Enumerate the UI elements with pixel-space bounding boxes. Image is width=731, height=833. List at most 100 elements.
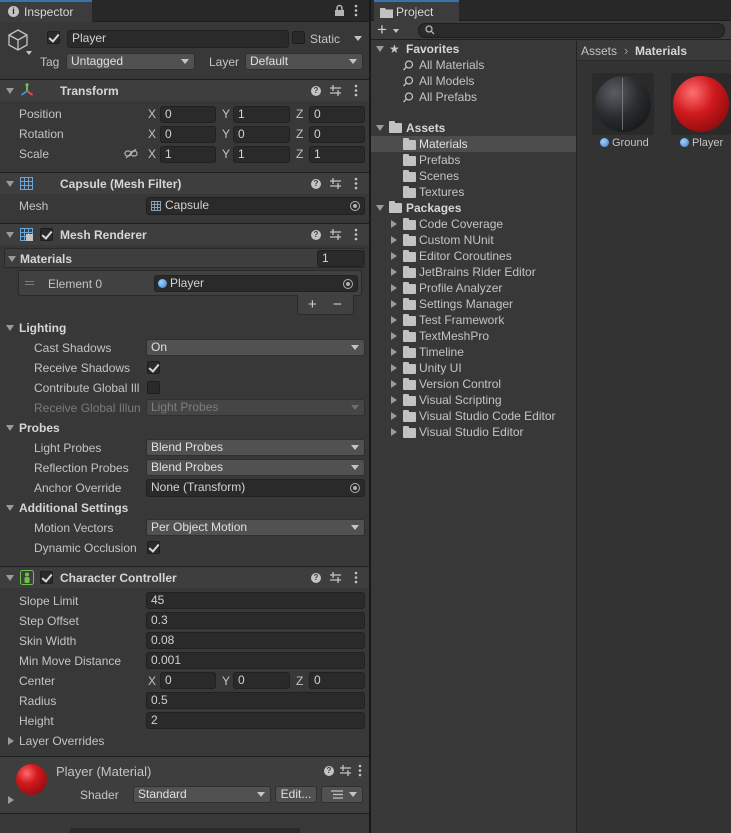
help-icon[interactable]: ? — [311, 86, 321, 96]
center-y-field[interactable]: 0 — [233, 672, 290, 689]
component-menu-icon[interactable] — [354, 228, 358, 241]
foldout-arrow[interactable] — [376, 205, 384, 211]
scale-y-field[interactable]: 1 — [233, 146, 290, 163]
foldout-arrow[interactable] — [8, 796, 14, 804]
component-menu-icon[interactable] — [354, 177, 358, 190]
rotation-z-field[interactable]: 0 — [309, 126, 365, 143]
help-icon[interactable]: ? — [311, 230, 321, 240]
reflection-probes-dropdown[interactable]: Blend Probes — [146, 459, 365, 476]
foldout-arrow[interactable] — [391, 396, 397, 404]
preset-icon[interactable] — [340, 765, 351, 776]
foldout-arrow[interactable] — [376, 125, 384, 131]
tree-item-scenes[interactable]: Scenes — [419, 169, 459, 183]
active-checkbox[interactable] — [47, 31, 60, 44]
foldout-arrow[interactable] — [391, 220, 397, 228]
add-element-button[interactable]: + — [308, 296, 317, 313]
object-picker-icon[interactable] — [350, 201, 360, 211]
skin-width-field[interactable]: 0.08 — [146, 632, 365, 649]
remove-element-button[interactable]: − — [333, 296, 342, 313]
tree-item-package[interactable]: Version Control — [371, 376, 576, 392]
breadcrumb-materials[interactable]: Materials — [635, 44, 687, 58]
tree-item-package[interactable]: Code Coverage — [371, 216, 576, 232]
foldout-arrow[interactable] — [391, 380, 397, 388]
tree-item-all-prefabs[interactable]: All Prefabs — [419, 90, 477, 104]
foldout-arrow[interactable] — [391, 236, 397, 244]
tree-item-prefabs[interactable]: Prefabs — [419, 153, 460, 167]
additional-settings-title[interactable]: Additional Settings — [19, 501, 128, 515]
layer-dropdown[interactable]: Default — [245, 53, 363, 70]
tree-item-package[interactable]: Unity UI — [371, 360, 576, 376]
center-z-field[interactable]: 0 — [309, 672, 365, 689]
probes-title[interactable]: Probes — [19, 421, 60, 435]
tab-menu-icon[interactable] — [354, 4, 358, 17]
create-button[interactable]: + — [377, 20, 387, 40]
rotation-x-field[interactable]: 0 — [160, 126, 216, 143]
anchor-override-field[interactable]: None (Transform) — [146, 479, 365, 497]
radius-field[interactable]: 0.5 — [146, 692, 365, 709]
gameobject-icon-dropdown[interactable] — [26, 51, 32, 55]
preset-icon[interactable] — [330, 85, 341, 96]
help-icon[interactable]: ? — [324, 766, 334, 776]
rotation-y-field[interactable]: 0 — [233, 126, 290, 143]
shader-edit-button[interactable]: Edit... — [275, 786, 317, 803]
foldout-arrow[interactable] — [391, 252, 397, 260]
foldout-arrow[interactable] — [8, 256, 16, 262]
help-icon[interactable]: ? — [311, 179, 321, 189]
foldout-arrow[interactable] — [6, 232, 14, 238]
object-picker-icon[interactable] — [350, 483, 360, 493]
foldout-arrow[interactable] — [6, 505, 14, 511]
shader-dropdown[interactable]: Standard — [133, 786, 271, 803]
tag-dropdown[interactable]: Untagged — [66, 53, 195, 70]
mesh-renderer-header[interactable]: Mesh Renderer ? — [0, 223, 369, 245]
slope-limit-field[interactable]: 45 — [146, 592, 365, 609]
cast-shadows-dropdown[interactable]: On — [146, 339, 365, 356]
object-name-input[interactable]: Player — [67, 30, 289, 48]
tree-item-package[interactable]: Settings Manager — [371, 296, 576, 312]
foldout-arrow[interactable] — [391, 284, 397, 292]
tree-item-package[interactable]: Custom NUnit — [371, 232, 576, 248]
transform-header[interactable]: Transform ? — [0, 79, 369, 101]
foldout-arrow[interactable] — [391, 412, 397, 420]
foldout-arrow[interactable] — [391, 268, 397, 276]
tree-item-all-models[interactable]: All Models — [419, 74, 474, 88]
component-menu-icon[interactable] — [354, 84, 358, 97]
object-picker-icon[interactable] — [343, 279, 353, 289]
tree-item-package[interactable]: JetBrains Rider Editor — [371, 264, 576, 280]
tree-item-package[interactable]: Visual Studio Editor — [371, 424, 576, 440]
tree-item-textures[interactable]: Textures — [419, 185, 464, 199]
foldout-arrow[interactable] — [391, 364, 397, 372]
breadcrumb-assets[interactable]: Assets — [581, 44, 617, 58]
asset-tile-player[interactable]: Player — [671, 73, 731, 153]
component-menu-icon[interactable] — [354, 571, 358, 584]
materials-count-field[interactable]: 1 — [317, 250, 364, 267]
character-controller-header[interactable]: Character Controller ? — [0, 566, 369, 588]
foldout-arrow[interactable] — [391, 428, 397, 436]
min-move-distance-field[interactable]: 0.001 — [146, 652, 365, 669]
component-menu-icon[interactable] — [358, 764, 362, 777]
project-tab[interactable]: Project — [374, 0, 459, 21]
create-dropdown-arrow[interactable] — [393, 29, 399, 33]
foldout-arrow[interactable] — [391, 332, 397, 340]
layer-overrides-label[interactable]: Layer Overrides — [19, 734, 104, 748]
scale-x-field[interactable]: 1 — [160, 146, 216, 163]
dynamic-occlusion-checkbox[interactable] — [147, 541, 160, 554]
mesh-filter-header[interactable]: Capsule (Mesh Filter) ? — [0, 172, 369, 194]
tree-item-all-materials[interactable]: All Materials — [419, 58, 484, 72]
foldout-arrow[interactable] — [6, 88, 14, 94]
tree-item-materials[interactable]: Materials — [371, 136, 576, 152]
shader-options-button[interactable] — [321, 786, 363, 803]
tree-item-package[interactable]: Visual Scripting — [371, 392, 576, 408]
position-x-field[interactable]: 0 — [160, 106, 216, 123]
contribute-gi-checkbox[interactable] — [147, 381, 160, 394]
lock-icon[interactable] — [334, 4, 345, 17]
tree-item-package[interactable]: TextMeshPro — [371, 328, 576, 344]
constrain-proportions-icon[interactable] — [124, 149, 138, 159]
foldout-arrow[interactable] — [6, 575, 14, 581]
asset-tile-ground[interactable]: Ground — [592, 73, 656, 153]
foldout-arrow[interactable] — [6, 425, 14, 431]
position-y-field[interactable]: 1 — [233, 106, 290, 123]
tree-item-package[interactable]: Visual Studio Code Editor — [371, 408, 576, 424]
mesh-renderer-enabled-checkbox[interactable] — [40, 228, 53, 241]
static-dropdown-arrow[interactable] — [354, 36, 362, 41]
favorites-title[interactable]: Favorites — [406, 42, 459, 56]
